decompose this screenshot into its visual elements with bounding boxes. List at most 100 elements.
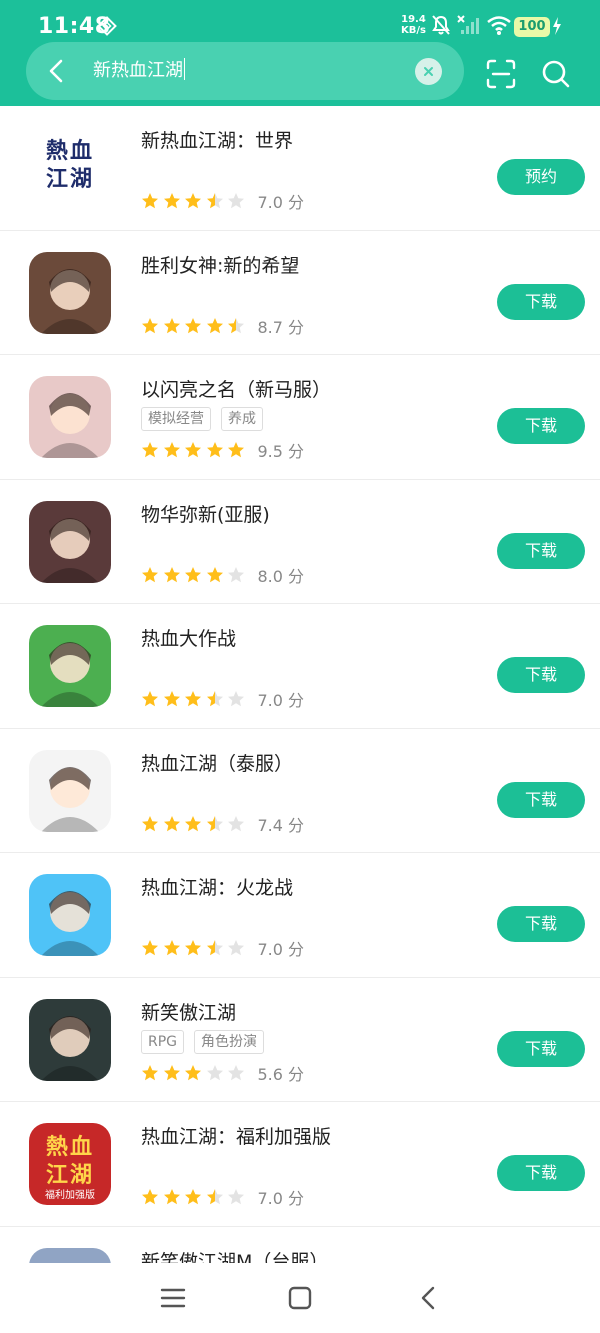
tag-list: RPG 角色扮演 bbox=[141, 1029, 265, 1054]
app-title[interactable]: 胜利女神:新的希望 bbox=[141, 251, 299, 278]
star-icon bbox=[163, 442, 180, 458]
list-item[interactable]: 新笑傲江湖M（台服） bbox=[0, 1227, 600, 1264]
star-icon bbox=[142, 815, 158, 831]
search-results-list: 熱血江湖 新热血江湖：世界 7.0 分 预约 胜利女神:新的希望 8.7 分 下… bbox=[0, 106, 600, 1263]
rating-score: 5.6 分 bbox=[257, 1064, 305, 1084]
app-title[interactable]: 新热血江湖：世界 bbox=[141, 126, 293, 153]
back-nav-icon[interactable] bbox=[413, 1283, 443, 1313]
app-title[interactable]: 热血江湖：火龙战 bbox=[141, 873, 293, 900]
rating-score: 9.5 分 bbox=[257, 442, 305, 461]
list-item[interactable]: 热血江湖：火龙战 7.0 分 下载 bbox=[0, 853, 600, 978]
genre-tag: 角色扮演 bbox=[194, 1029, 265, 1054]
app-title[interactable]: 以闪亮之名（新马服） bbox=[141, 375, 331, 402]
rating: 9.5 分 bbox=[141, 438, 304, 462]
wifi-icon bbox=[487, 16, 511, 35]
list-item[interactable]: 热血大作战 7.0 分 下载 bbox=[0, 604, 600, 729]
list-item[interactable]: 以闪亮之名（新马服） 模拟经营 养成 9.5 分 下载 bbox=[0, 355, 600, 480]
star-icon bbox=[206, 317, 223, 333]
star-icon bbox=[185, 1189, 201, 1205]
app-icon[interactable] bbox=[29, 749, 111, 832]
network-speed: 19.4 KB/s bbox=[401, 14, 426, 36]
scan-icon[interactable] bbox=[486, 59, 516, 89]
download-button[interactable]: 下载 bbox=[497, 657, 585, 693]
rating-score: 7.0 分 bbox=[257, 940, 305, 959]
app-title[interactable]: 热血江湖：福利加强版 bbox=[141, 1122, 331, 1149]
star-icon bbox=[185, 940, 201, 956]
back-icon[interactable] bbox=[40, 54, 74, 88]
star-icon bbox=[206, 940, 223, 956]
signal-icon bbox=[457, 15, 479, 34]
star-icon bbox=[163, 317, 180, 333]
rating-score: 7.0 分 bbox=[257, 193, 305, 212]
home-icon[interactable] bbox=[285, 1283, 315, 1313]
clear-search-icon[interactable] bbox=[415, 58, 442, 85]
search-icon[interactable] bbox=[541, 59, 571, 89]
list-item[interactable]: 物华弥新(亚服) 8.0 分 下载 bbox=[0, 480, 600, 604]
menu-icon[interactable] bbox=[158, 1283, 188, 1313]
download-button[interactable]: 下载 bbox=[497, 283, 585, 320]
search-input[interactable]: 新热血江湖 bbox=[93, 42, 403, 100]
app-icon-lettering: 熱血江湖 bbox=[45, 1134, 94, 1188]
star-icon bbox=[206, 815, 223, 831]
star-icon bbox=[206, 1189, 223, 1205]
star-icon bbox=[206, 442, 223, 458]
rating-score: 8.7 分 bbox=[257, 317, 305, 337]
app-icon[interactable] bbox=[29, 500, 111, 583]
list-item[interactable]: 胜利女神:新的希望 8.7 分 下载 bbox=[0, 231, 600, 355]
list-item[interactable]: 熱血江湖 福利加强版 热血江湖：福利加强版 7.0 分 下载 bbox=[0, 1102, 600, 1227]
rating: 7.0 分 bbox=[141, 687, 304, 711]
genre-tag: 模拟经营 bbox=[141, 407, 211, 431]
star-icon bbox=[142, 940, 158, 956]
battery-indicator: 100 bbox=[514, 17, 550, 37]
star-icon bbox=[142, 1064, 158, 1080]
star-icon bbox=[142, 317, 158, 333]
reserve-button[interactable]: 预约 bbox=[497, 159, 585, 195]
rating: 7.4 分 bbox=[141, 812, 304, 836]
download-button[interactable]: 下载 bbox=[497, 1030, 585, 1067]
app-icon-lettering: 熱血江湖 bbox=[45, 138, 94, 192]
app-title[interactable]: 热血大作战 bbox=[141, 624, 236, 651]
star-icon bbox=[185, 815, 201, 831]
star-icon bbox=[185, 442, 201, 458]
star-icon bbox=[142, 442, 158, 458]
app-icon[interactable]: 熱血江湖 福利加强版 bbox=[29, 1123, 111, 1205]
app-icon[interactable] bbox=[29, 998, 111, 1081]
app-icon[interactable] bbox=[29, 625, 111, 707]
app-title[interactable]: 新笑傲江湖 bbox=[141, 998, 236, 1025]
star-icon bbox=[206, 691, 223, 707]
app-icon[interactable] bbox=[29, 376, 111, 458]
app-icon[interactable] bbox=[29, 874, 111, 956]
star-icon bbox=[228, 566, 244, 582]
star-icon bbox=[185, 566, 201, 582]
app-icon[interactable]: 熱血江湖 bbox=[29, 127, 111, 209]
rating: 7.0 分 bbox=[141, 936, 304, 960]
app-icon[interactable] bbox=[29, 251, 111, 334]
download-button[interactable]: 下载 bbox=[497, 532, 585, 569]
star-icon bbox=[163, 815, 180, 831]
download-button[interactable]: 下载 bbox=[497, 781, 585, 818]
download-button[interactable]: 下载 bbox=[497, 408, 585, 444]
star-icon bbox=[206, 566, 223, 582]
system-navigation-bar bbox=[0, 1263, 600, 1333]
app-icon[interactable] bbox=[29, 1247, 111, 1263]
rating: 5.6 分 bbox=[141, 1061, 304, 1085]
star-icon bbox=[228, 193, 244, 209]
app-title[interactable]: 新笑傲江湖M（台服） bbox=[141, 1247, 328, 1264]
star-icon bbox=[163, 1189, 180, 1205]
list-item[interactable]: 新笑傲江湖 RPG 角色扮演 5.6 分 下载 bbox=[0, 978, 600, 1102]
header: 11:48 19.4 KB/s 100 新热血江湖 bbox=[0, 0, 600, 106]
star-icon bbox=[228, 442, 244, 458]
genre-tag: 养成 bbox=[221, 407, 263, 431]
app-title[interactable]: 物华弥新(亚服) bbox=[141, 500, 270, 527]
list-item[interactable]: 熱血江湖 新热血江湖：世界 7.0 分 预约 bbox=[0, 106, 600, 231]
rating-score: 7.4 分 bbox=[257, 815, 305, 835]
download-button[interactable]: 下载 bbox=[497, 1155, 585, 1191]
star-icon bbox=[163, 691, 180, 707]
list-item[interactable]: 热血江湖（泰服） 7.4 分 下载 bbox=[0, 729, 600, 853]
nfc-icon bbox=[97, 16, 117, 36]
star-icon bbox=[185, 193, 201, 209]
mute-icon bbox=[432, 15, 450, 35]
app-title[interactable]: 热血江湖（泰服） bbox=[141, 749, 293, 776]
text-caret bbox=[184, 58, 185, 80]
download-button[interactable]: 下载 bbox=[497, 906, 585, 942]
